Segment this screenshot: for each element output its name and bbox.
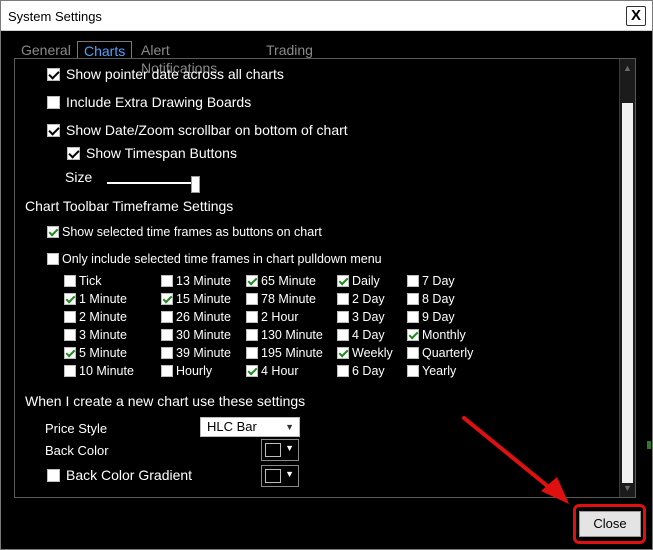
arrow-shaft: [462, 416, 558, 495]
arrow-head: [541, 477, 569, 504]
red-arrow-annotation: [462, 416, 569, 504]
system-settings-dialog: System Settings X General Charts Alert N…: [0, 0, 653, 550]
close-button[interactable]: Close: [579, 511, 641, 537]
